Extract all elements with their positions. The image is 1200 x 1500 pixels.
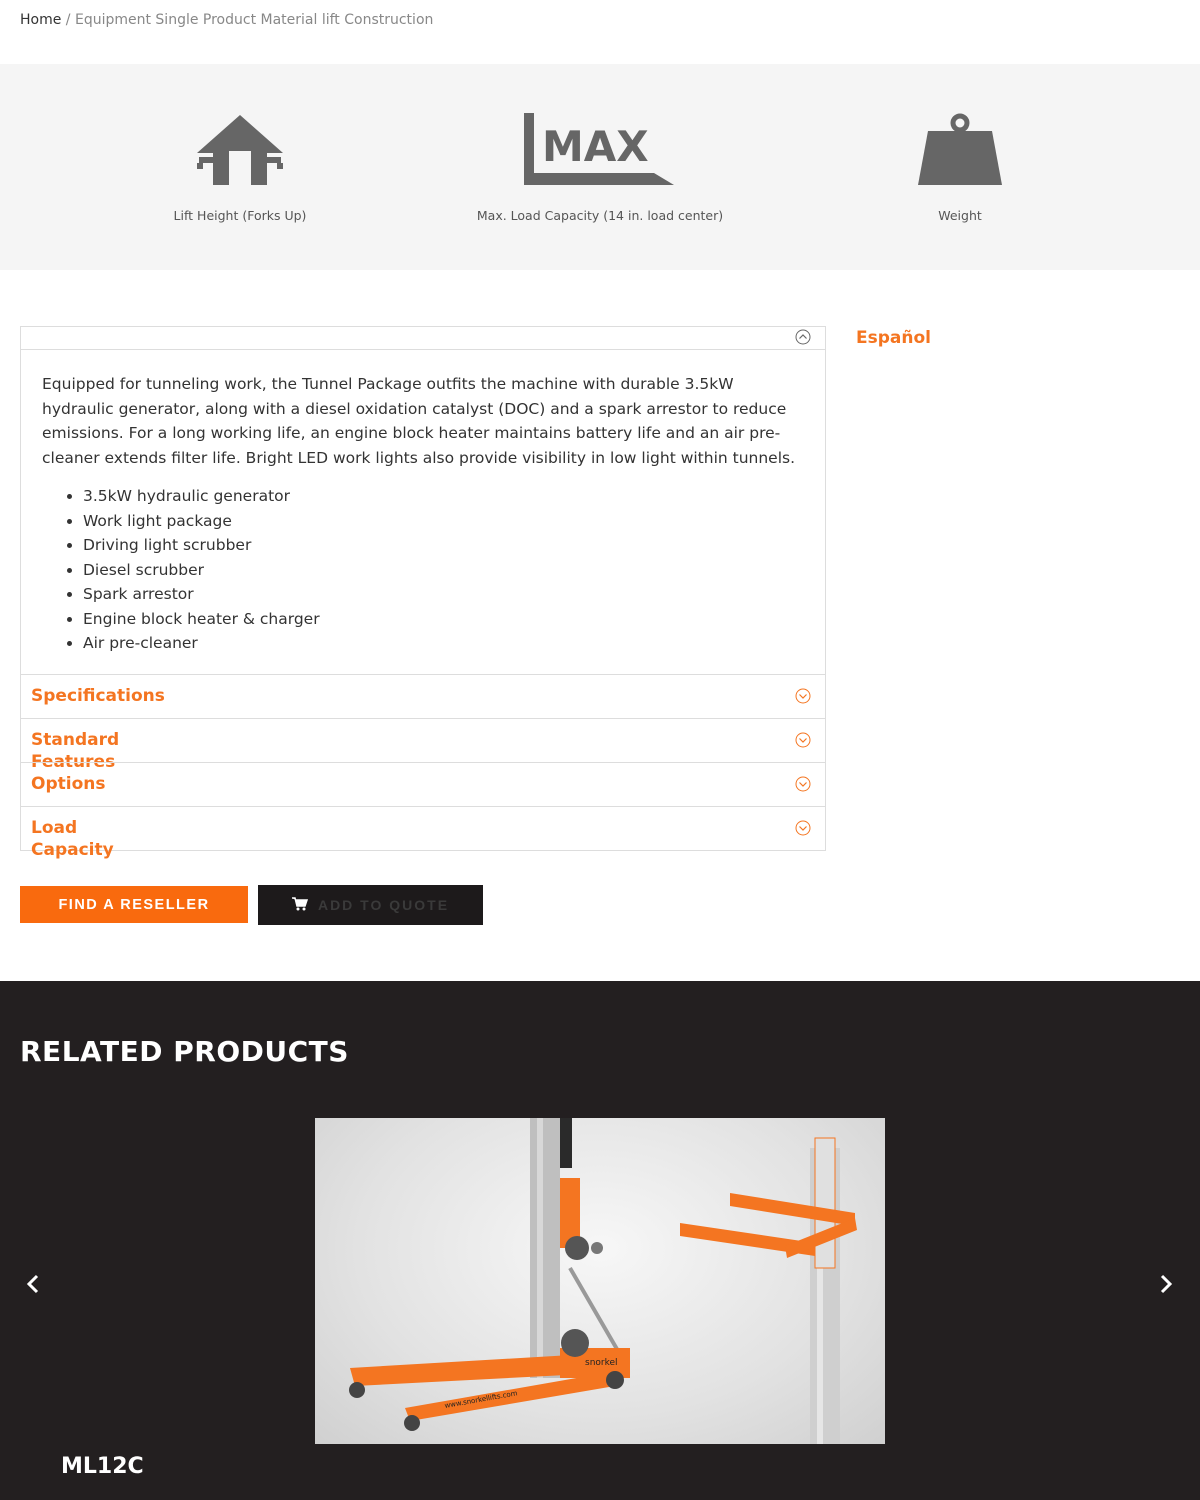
list-item: Engine block heater & charger xyxy=(83,607,803,632)
product-name[interactable]: ML12C xyxy=(61,1454,144,1479)
chevron-down-icon[interactable] xyxy=(795,820,811,836)
max-load-icon: MAX xyxy=(440,112,760,188)
accordion-open-body: Equipped for tunneling work, the Tunnel … xyxy=(21,350,825,674)
list-item: 3.5kW hydraulic generator xyxy=(83,484,803,509)
accordion-open-header[interactable] xyxy=(21,327,825,350)
chevron-up-icon[interactable] xyxy=(795,329,811,345)
list-item: Driving light scrubber xyxy=(83,533,803,558)
cart-icon xyxy=(291,896,308,914)
accordion-item-load-capacity[interactable]: Load Capacity xyxy=(21,805,825,860)
breadcrumb-separator: / xyxy=(65,12,71,28)
related-products-section: RELATED PRODUCTS snorkel www.snorkellift… xyxy=(0,981,1200,1500)
chevron-down-icon[interactable] xyxy=(795,688,811,704)
breadcrumb-current: Equipment Single Product Material lift C… xyxy=(74,12,434,28)
breadcrumb-home-link[interactable]: Home xyxy=(20,12,61,28)
list-item: Air pre-cleaner xyxy=(83,631,803,656)
spec-weight-label: Weight xyxy=(938,208,982,223)
language-link-espanol[interactable]: Español xyxy=(856,328,931,348)
list-item: Diesel scrubber xyxy=(83,558,803,583)
accordion-item-standard-features[interactable]: Standard Features xyxy=(21,717,825,772)
feature-list: 3.5kW hydraulic generator Work light pac… xyxy=(83,484,803,656)
spec-lift-height-label: Lift Height (Forks Up) xyxy=(173,208,307,223)
lift-height-icon xyxy=(80,112,400,188)
spec-weight: Weight xyxy=(800,112,1120,223)
list-item: Spark arrestor xyxy=(83,582,803,607)
product-accordion: Equipped for tunneling work, the Tunnel … xyxy=(20,326,826,860)
add-to-quote-button[interactable]: ADD TO QUOTE xyxy=(258,885,483,925)
list-item: Work light package xyxy=(83,509,803,534)
accordion-title[interactable]: Load Capacity xyxy=(31,817,141,861)
chevron-down-icon[interactable] xyxy=(795,732,811,748)
product-image[interactable]: snorkel www.snorkellifts.com xyxy=(315,1118,885,1444)
related-products-title: RELATED PRODUCTS xyxy=(20,1035,349,1068)
weight-icon xyxy=(800,112,1120,188)
spec-max-load: MAX Max. Load Capacity (14 in. load cent… xyxy=(440,112,760,223)
accordion-item-specifications[interactable]: Specifications xyxy=(21,673,825,718)
accordion-item-options[interactable]: Options xyxy=(21,761,825,806)
spec-lift-height: Lift Height (Forks Up) xyxy=(80,112,400,223)
package-description: Equipped for tunneling work, the Tunnel … xyxy=(42,375,796,467)
chevron-down-icon[interactable] xyxy=(795,776,811,792)
breadcrumb: Home / Equipment Single Product Material… xyxy=(20,12,433,28)
add-to-quote-label: ADD TO QUOTE xyxy=(317,897,450,913)
find-reseller-button[interactable]: FIND A RESELLER xyxy=(20,886,248,923)
carousel-prev-arrow-icon[interactable] xyxy=(20,1271,46,1297)
spec-max-load-label: Max. Load Capacity (14 in. load center) xyxy=(476,208,724,223)
max-load-icon-text: MAX xyxy=(542,122,649,171)
carousel-next-arrow-icon[interactable] xyxy=(1153,1271,1179,1297)
spec-band: Lift Height (Forks Up) MAX Max. Load Cap… xyxy=(0,64,1200,270)
accordion-title[interactable]: Options xyxy=(31,773,141,795)
product-image-brand-text: snorkel xyxy=(585,1358,618,1368)
accordion-title[interactable]: Specifications xyxy=(31,685,331,707)
